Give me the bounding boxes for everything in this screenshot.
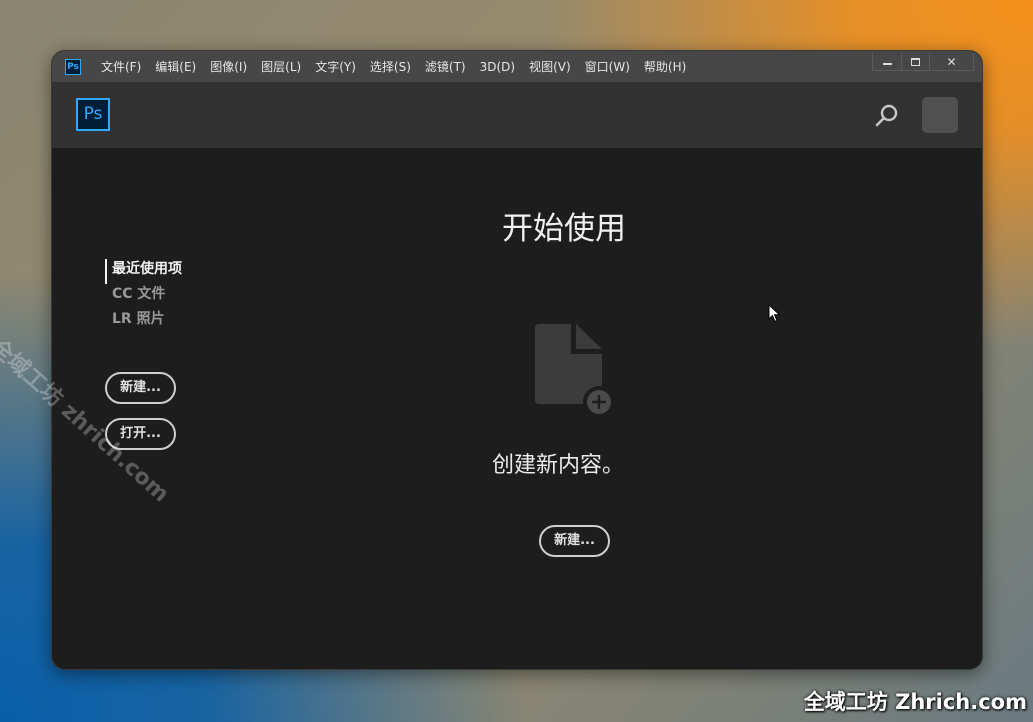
sidebar-open-button[interactable]: 打开... [105,418,176,450]
page-title: 开始使用 [502,211,626,247]
menu-window[interactable]: 窗口(W) [585,58,630,75]
new-document-icon [535,324,615,418]
sidebar-item-recent[interactable]: 最近使用项 [105,259,182,284]
create-new-text: 创建新内容。 [491,453,624,478]
menu-image[interactable]: 图像(I) [210,58,247,75]
menu-filter[interactable]: 滤镜(T) [425,58,466,75]
photoshop-window: Ps 文件(F) 编辑(E) 图像(I) 图层(L) 文字(Y) 选择(S) 滤… [51,50,983,670]
menu-select[interactable]: 选择(S) [370,58,411,75]
menu-edit[interactable]: 编辑(E) [155,58,196,75]
ps-logo: Ps [76,98,110,131]
minimize-icon [882,63,892,65]
minimize-button[interactable] [873,53,901,71]
window-controls: ✕ [872,53,974,71]
menu-layer[interactable]: 图层(L) [261,58,301,75]
search-icon[interactable] [874,103,900,129]
maximize-button[interactable] [901,53,929,71]
avatar[interactable] [922,97,958,133]
sidebar-new-button[interactable]: 新建... [105,372,176,404]
maximize-icon [911,58,920,66]
menu-type[interactable]: 文字(Y) [315,58,356,75]
menu-file[interactable]: 文件(F) [101,58,141,75]
menu-3d[interactable]: 3D(D) [480,60,515,74]
sidebar-item-cc-files[interactable]: CC 文件 [105,284,182,309]
menu-help[interactable]: 帮助(H) [644,58,686,75]
sidebar-item-lr-photos[interactable]: LR 照片 [105,309,182,334]
ps-app-icon: Ps [65,58,81,75]
home-header: Ps [52,82,982,148]
sidebar-nav: 最近使用项 CC 文件 LR 照片 [105,259,182,334]
close-icon: ✕ [946,55,957,69]
close-button[interactable]: ✕ [929,53,973,71]
main-new-button[interactable]: 新建... [539,525,610,557]
mouse-cursor-icon [768,304,781,323]
watermark-bottom-right: 全域工坊 Zhrich.com [803,690,1027,714]
menu-bar: Ps 文件(F) 编辑(E) 图像(I) 图层(L) 文字(Y) 选择(S) 滤… [52,51,982,82]
menu-view[interactable]: 视图(V) [529,58,571,75]
